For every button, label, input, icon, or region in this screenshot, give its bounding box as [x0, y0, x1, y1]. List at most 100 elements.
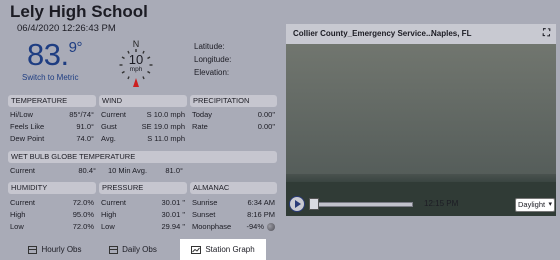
row-value: 74.0° [76, 134, 94, 143]
row-label: Feels Like [10, 122, 45, 131]
row-value: 72.0% [72, 222, 94, 231]
humidity-row: High 95.0% [8, 209, 96, 221]
wind-panel-title: WIND [99, 95, 187, 107]
webcam-header: Collier County_Emergency Service... Napl… [286, 24, 556, 44]
wbgt-avg-label: 10 Min Avg. [108, 166, 148, 175]
temperature-panel-title: TEMPERATURE [8, 95, 96, 107]
webcam-org: Collier County_Emergency Service... [293, 29, 433, 38]
wbgt-panel-title: WET BULB GLOBE TEMPERATURE [8, 151, 277, 163]
precipitation-panel-title: PRECIPITATION [190, 95, 277, 107]
timeline-time: 12:15 PM [424, 199, 459, 208]
almanac-panel-title: ALMANAC [190, 182, 277, 194]
tab-station-graph[interactable]: Station Graph [180, 239, 266, 260]
row-value: 30.01 " [161, 210, 185, 219]
row-label: High [10, 210, 26, 219]
expand-icon[interactable]: ⛶ [543, 24, 550, 44]
elevation-label: Elevation: [194, 68, 230, 77]
row-label: Moonphase [192, 222, 232, 231]
table-icon [109, 245, 119, 254]
wbgt-row: Current 80.4° 10 Min Avg. 81.0° [8, 165, 277, 177]
timeline-slider[interactable] [309, 202, 413, 207]
row-label: High [101, 210, 117, 219]
graph-icon [191, 245, 202, 254]
latitude-label: Latitude: [194, 42, 225, 51]
switch-to-metric-link[interactable]: Switch to Metric [22, 73, 78, 82]
tab-label: Daily Obs [122, 245, 157, 254]
row-value: 30.01 " [161, 198, 185, 207]
play-button[interactable] [289, 196, 305, 212]
moon-phase-icon [267, 223, 275, 231]
temperature-row: Hi/Low 85°/74° [8, 109, 96, 121]
row-label: Current [101, 110, 127, 119]
pressure-row: Low 29.94 " [99, 221, 187, 233]
almanac-panel: ALMANAC Sunrise 6:34 AM Sunset 8:16 PM Moo… [190, 182, 277, 233]
row-value: 95.0% [72, 210, 94, 219]
row-value: 0.00" [257, 110, 275, 119]
webcam-image [286, 44, 556, 216]
wind-direction-pointer [133, 78, 139, 87]
longitude-label: Longitude: [194, 55, 232, 64]
humidity-row: Current 72.0% [8, 197, 96, 209]
current-temperature-value: 83. [27, 37, 69, 72]
temperature-row: Feels Like 91.0° [8, 121, 96, 133]
wind-row: Avg. S 11.0 mph [99, 133, 187, 145]
row-label: Hi/Low [10, 110, 33, 119]
moonphase-value-group: -94% [246, 221, 275, 233]
wbgt-avg-value: 81.0° [165, 166, 183, 175]
row-label: Sunset [192, 210, 216, 219]
wbgt-current-label: Current [10, 166, 36, 175]
row-value: 8:16 PM [247, 210, 275, 219]
almanac-row: Sunset 8:16 PM [190, 209, 277, 221]
obs-tabs: Hourly Obs Daily Obs Station Graph [0, 239, 287, 260]
temperature-row: Dew Point 74.0° [8, 133, 96, 145]
row-label: Sunrise [192, 198, 218, 207]
wbgt-panel: WET BULB GLOBE TEMPERATURE Current 80.4°… [8, 151, 277, 177]
pressure-panel-title: PRESSURE [99, 182, 187, 194]
row-value: 72.0% [72, 198, 94, 207]
wbgt-current-value: 80.4° [78, 166, 96, 175]
almanac-row: Moonphase -94% [190, 221, 277, 233]
compass-north-label: N [133, 39, 140, 49]
pressure-row: High 30.01 " [99, 209, 187, 221]
precipitation-row: Today 0.00" [190, 109, 277, 121]
humidity-panel-title: HUMIDITY [8, 182, 96, 194]
row-label: Avg. [101, 134, 116, 143]
tab-hourly-obs[interactable]: Hourly Obs [24, 239, 86, 260]
light-mode-value: Daylight [518, 200, 546, 209]
tab-label: Hourly Obs [41, 245, 82, 254]
row-value: 0.00" [257, 122, 275, 131]
humidity-row: Low 72.0% [8, 221, 96, 233]
chevron-down-icon: ▾ [548, 201, 552, 208]
temperature-panel: TEMPERATURE Hi/Low 85°/74° Feels Like 91.0… [8, 95, 96, 145]
row-label: Gust [101, 122, 117, 131]
row-label: Dew Point [10, 134, 45, 143]
row-label: Current [10, 198, 36, 207]
row-value: S 11.0 mph [147, 134, 185, 143]
pressure-row: Current 30.01 " [99, 197, 187, 209]
timeline-thumb[interactable] [309, 198, 319, 210]
row-label: Current [101, 198, 127, 207]
wind-gauge-speed: 10 [128, 52, 144, 67]
row-label: Today [192, 110, 213, 119]
row-value: 29.94 " [161, 222, 185, 231]
current-temperature-decimal: 9° [68, 39, 83, 56]
tab-daily-obs[interactable]: Daily Obs [104, 239, 162, 260]
observation-datetime: 06/4/2020 12:26:43 PM [17, 23, 116, 34]
pressure-panel: PRESSURE Current 30.01 " High 30.01 " Low 2… [99, 182, 187, 233]
precipitation-row: Rate 0.00" [190, 121, 277, 133]
row-label: Rate [192, 122, 208, 131]
webcam-city: Naples, FL [431, 29, 472, 38]
row-label: Low [101, 222, 115, 231]
row-label: Low [10, 222, 24, 231]
row-value: SE 19.0 mph [141, 122, 185, 131]
row-value: 6:34 AM [247, 198, 275, 207]
station-name: Lely High School [10, 2, 148, 21]
precipitation-panel: PRECIPITATION Today 0.00" Rate 0.00" [190, 95, 277, 133]
row-value: -94% [246, 222, 264, 231]
current-temperature: 83.9° [27, 37, 82, 73]
wind-panel: WIND Current S 10.0 mph Gust SE 19.0 mph A… [99, 95, 187, 145]
wind-gauge-unit: mph [129, 66, 143, 73]
table-icon [28, 245, 38, 254]
webcam-horizon [286, 174, 556, 182]
light-mode-select[interactable]: Daylight ▾ [515, 198, 555, 212]
